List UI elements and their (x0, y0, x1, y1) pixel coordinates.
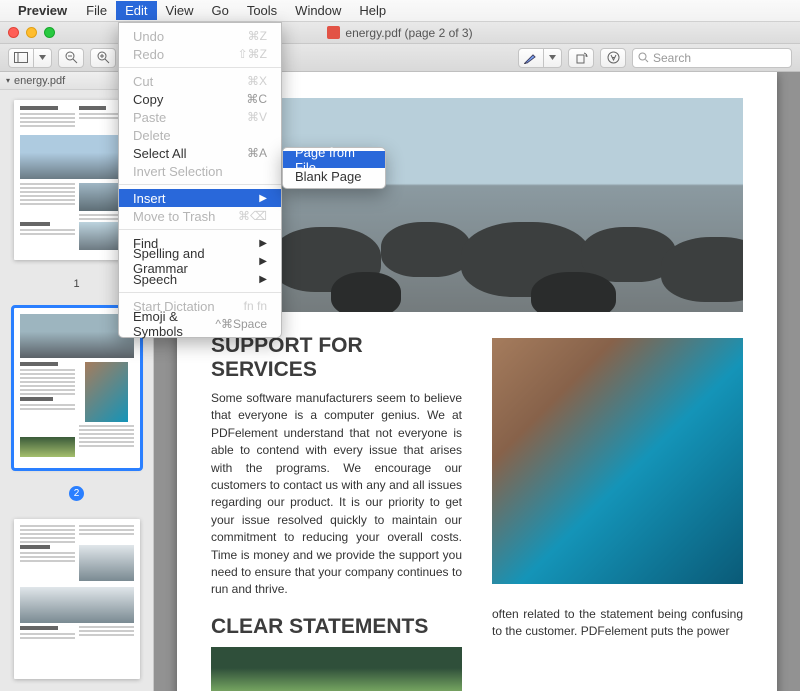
heading-support: SUPPORT FOR SERVICES (211, 334, 462, 382)
zoom-window-button[interactable] (44, 27, 55, 38)
menu-item-spelling-and-grammar[interactable]: Spelling and Grammar▶ (119, 252, 281, 270)
menu-help[interactable]: Help (350, 1, 395, 20)
markup-button[interactable] (518, 48, 544, 68)
body-support: Some software manufacturers seem to beli… (211, 390, 462, 599)
rotate-button[interactable] (568, 48, 594, 68)
sidebar-dropdown-button[interactable] (34, 48, 52, 68)
menubar: Preview File Edit View Go Tools Window H… (0, 0, 800, 22)
thumbnail-page-number: 1 (73, 278, 79, 290)
thumbnail-page-number: 2 (69, 486, 84, 501)
markup-dropdown-button[interactable] (544, 48, 562, 68)
pdf-icon (327, 26, 340, 39)
page-thumbnail[interactable] (14, 519, 140, 679)
menu-item-move-to-trash: Move to Trash⌘⌫ (119, 207, 281, 225)
zoom-in-button[interactable] (90, 48, 116, 68)
edit-menu-dropdown: Undo⌘ZRedo⇧⌘Z Cut⌘XCopy⌘CPaste⌘VDeleteSel… (118, 22, 282, 338)
annotate-button[interactable] (600, 48, 626, 68)
insert-submenu: Page from File…Blank Page (282, 147, 386, 189)
menu-edit[interactable]: Edit (116, 1, 156, 20)
minimize-window-button[interactable] (26, 27, 37, 38)
inline-image-forest (211, 647, 462, 691)
menu-item-insert[interactable]: Insert▶ (119, 189, 281, 207)
menu-item-redo: Redo⇧⌘Z (119, 45, 281, 63)
menu-tools[interactable]: Tools (238, 1, 286, 20)
submenu-item-page-from-file-[interactable]: Page from File… (283, 151, 385, 168)
search-input[interactable]: Search (632, 48, 792, 68)
menu-go[interactable]: Go (202, 1, 237, 20)
menu-item-emoji-symbols[interactable]: Emoji & Symbols^⌘Space (119, 315, 281, 333)
menu-item-select-all[interactable]: Select All⌘A (119, 144, 281, 162)
sidebar-toggle-button[interactable] (8, 48, 34, 68)
menu-item-invert-selection: Invert Selection (119, 162, 281, 180)
body-clear: often related to the statement being con… (492, 606, 743, 641)
menu-item-delete: Delete (119, 126, 281, 144)
menu-item-undo: Undo⌘Z (119, 27, 281, 45)
menu-window[interactable]: Window (286, 1, 350, 20)
hero-image (211, 98, 743, 312)
search-placeholder: Search (653, 51, 691, 65)
heading-clear: CLEAR STATEMENTS (211, 615, 462, 639)
menu-item-paste: Paste⌘V (119, 108, 281, 126)
zoom-out-button[interactable] (58, 48, 84, 68)
window-controls (8, 27, 55, 38)
window-title: energy.pdf (page 2 of 3) (345, 26, 472, 40)
menu-file[interactable]: File (77, 1, 116, 20)
inline-image-coast (492, 338, 743, 584)
menu-view[interactable]: View (157, 1, 203, 20)
close-window-button[interactable] (8, 27, 19, 38)
app-name[interactable]: Preview (18, 3, 67, 18)
menu-item-cut: Cut⌘X (119, 72, 281, 90)
menu-item-copy[interactable]: Copy⌘C (119, 90, 281, 108)
search-icon (638, 52, 649, 63)
